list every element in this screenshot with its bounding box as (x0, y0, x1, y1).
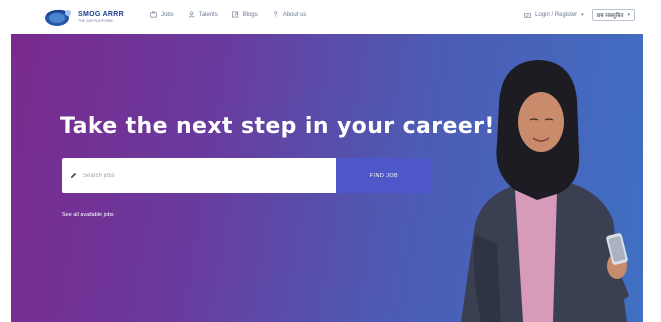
find-job-button[interactable]: FIND JOB (336, 158, 432, 193)
job-search-bar: FIND JOB (62, 158, 432, 193)
hero-banner: Take the next step in your career! FIND … (11, 34, 643, 322)
see-all-jobs-link[interactable]: See all available jobs (62, 212, 114, 218)
brand-name: SMOG ARRR (78, 10, 124, 18)
page: SMOG ARRR THE JOB PLATFORM Jobs Talents (0, 0, 661, 322)
login-register-link[interactable]: Login / Register ▾ (524, 12, 584, 19)
nav-right: Login / Register ▾ छब सबसुबित ▾ (524, 9, 635, 21)
brand-tagline: THE JOB PLATFORM (78, 18, 113, 23)
search-field (62, 158, 336, 193)
nav-item-label: Jobs (161, 11, 174, 18)
hero-title: Take the next step in your career! (60, 114, 495, 139)
language-select[interactable]: छब सबसुबित ▾ (591, 9, 635, 21)
edit-icon (231, 11, 239, 18)
login-register-label: Login / Register (535, 12, 578, 18)
logo-icon (45, 9, 71, 26)
id-card-icon (524, 12, 532, 18)
chevron-down-icon: ▾ (581, 12, 584, 18)
briefcase-icon (150, 11, 157, 18)
chevron-down-icon: ▾ (627, 12, 630, 18)
woman-with-phone-illustration (461, 60, 629, 322)
search-input[interactable] (83, 172, 323, 179)
nav-item-talents[interactable]: Talents (188, 11, 218, 18)
nav-item-blogs[interactable]: Blogs (231, 11, 258, 18)
user-icon (188, 11, 195, 18)
nav-item-label: Blogs (242, 11, 258, 18)
nav-item-jobs[interactable]: Jobs (150, 11, 174, 18)
main-nav: Jobs Talents Blogs About us (150, 11, 306, 18)
nav-item-about[interactable]: About us (272, 11, 307, 18)
nav-item-label: Talents (198, 11, 218, 18)
top-navbar: SMOG ARRR THE JOB PLATFORM Jobs Talents (0, 0, 661, 34)
nav-item-label: About us (282, 11, 307, 18)
pencil-icon (70, 172, 77, 179)
language-selected-value: छब सबसुबित (596, 13, 624, 19)
brand-logo[interactable]: SMOG ARRR THE JOB PLATFORM (44, 6, 124, 28)
question-icon (273, 11, 277, 18)
